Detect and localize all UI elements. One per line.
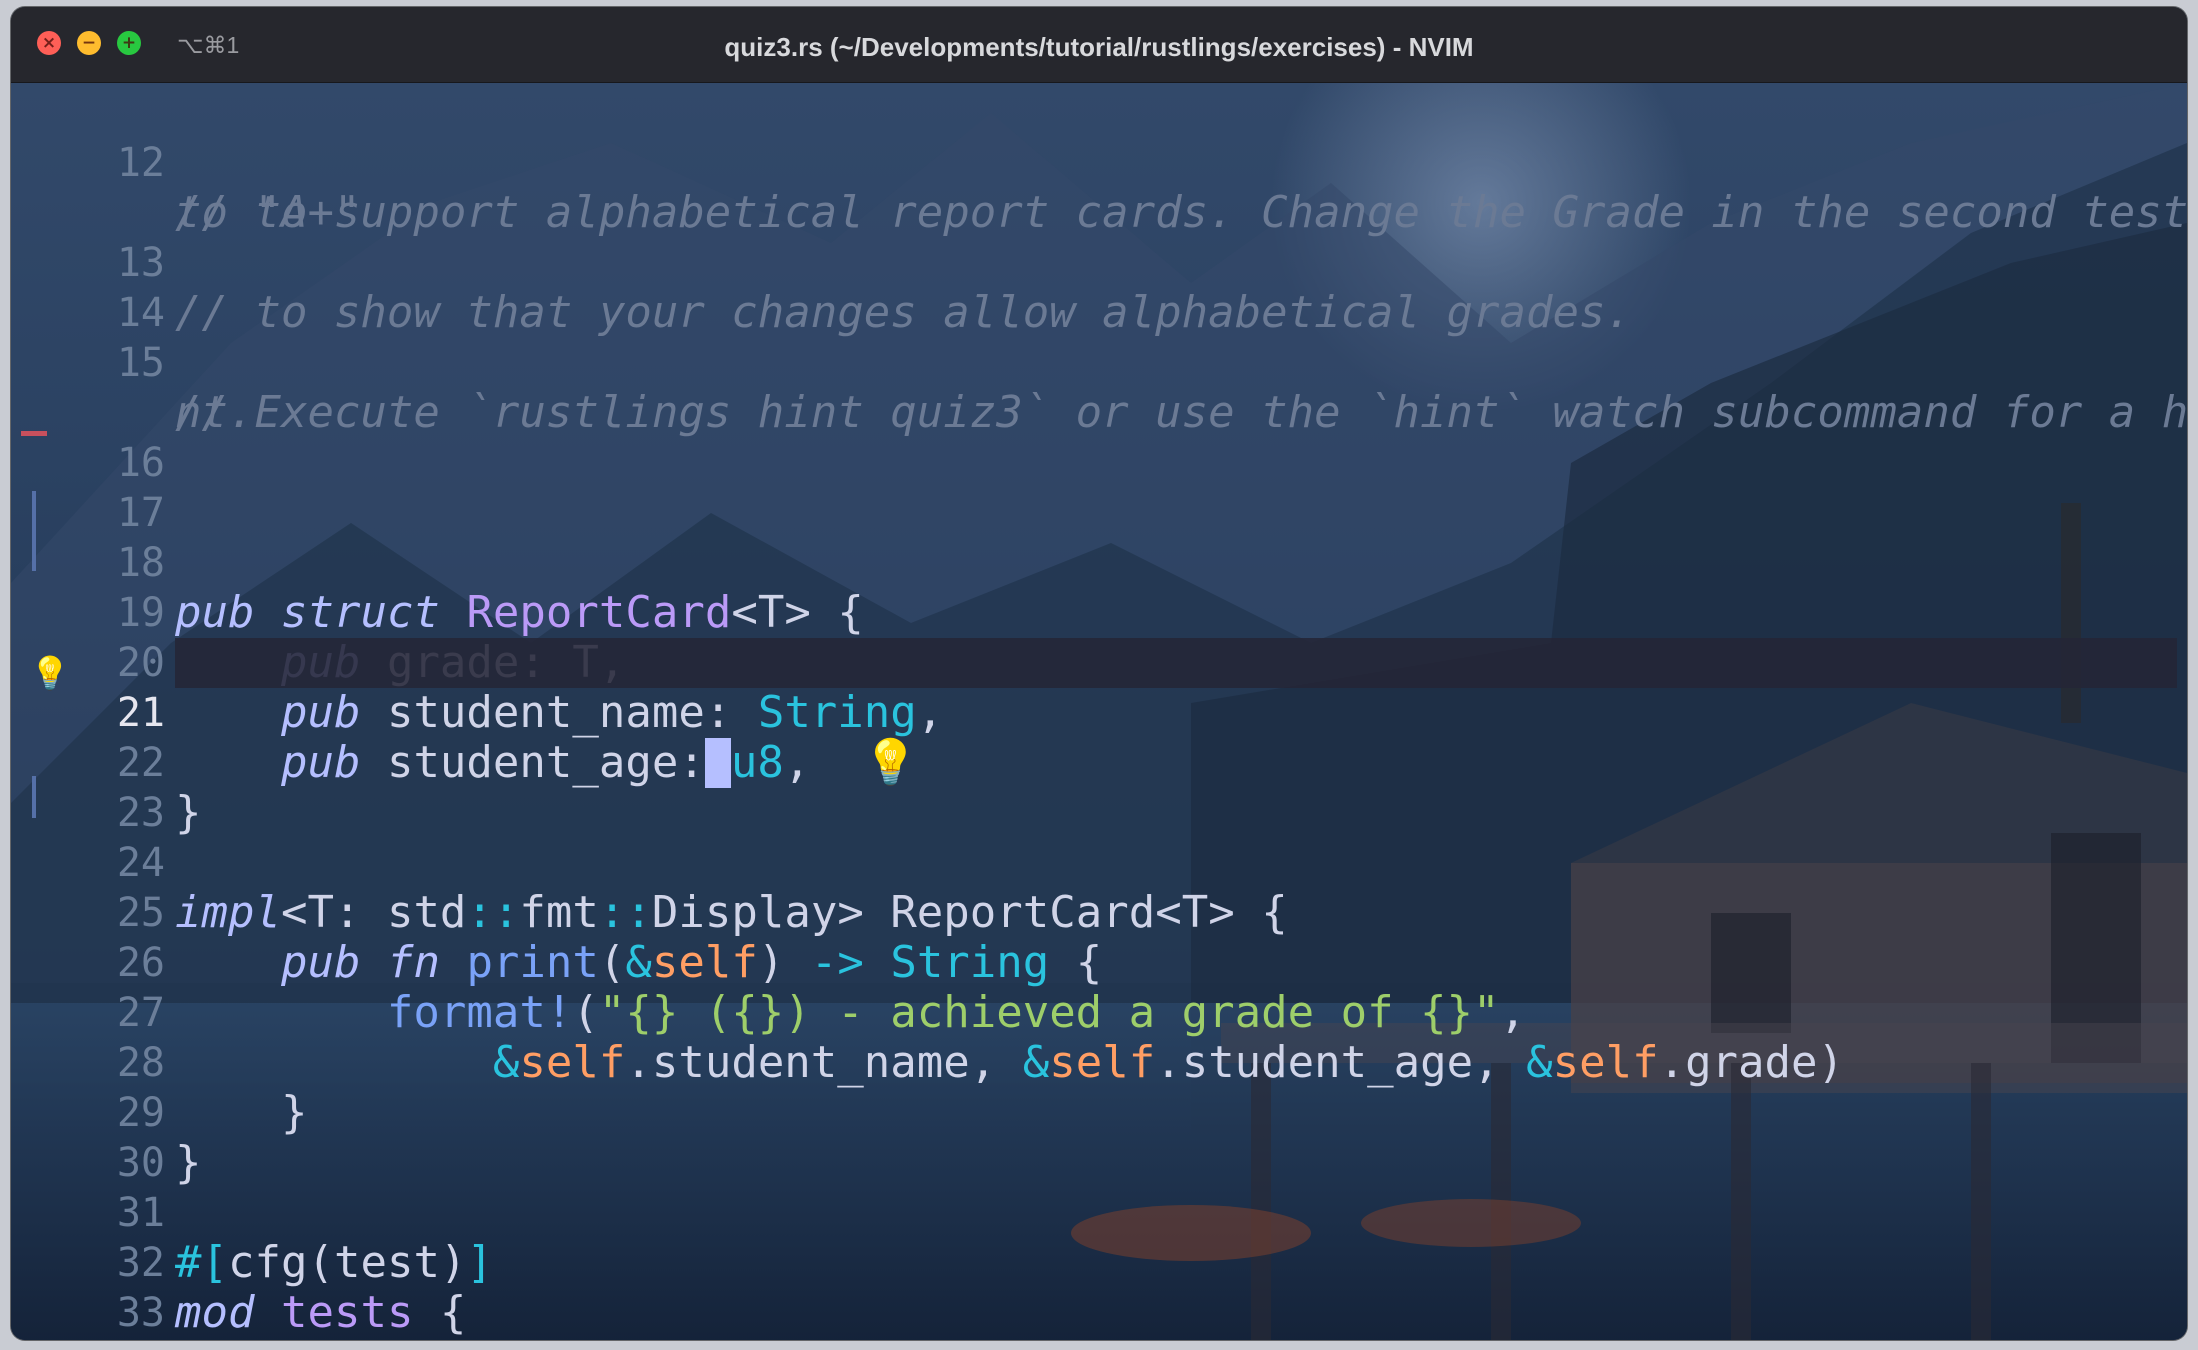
code-text: use super::*;: [175, 1338, 625, 1341]
code-line: 23: [11, 738, 2187, 836]
code-line: 30: [11, 1088, 2187, 1186]
minimize-button[interactable]: −: [77, 31, 101, 55]
code-line: 24 impl<T: std::fmt::Display> ReportCard…: [11, 788, 2187, 938]
close-button[interactable]: ×: [37, 31, 61, 55]
nvim-window: × − + ⌥⌘1 quiz3.rs (~/Developments/tutor…: [11, 7, 2187, 1340]
titlebar: × − + ⌥⌘1 quiz3.rs (~/Developments/tutor…: [11, 7, 2187, 83]
maximize-icon: +: [121, 33, 137, 53]
code-line: 29 }: [11, 1038, 2187, 1188]
code-line: 17: [11, 438, 2187, 536]
code-line: 25 pub fn print(&self) -> String {: [11, 838, 2187, 988]
code-editor[interactable]: 💡 12 // to support alphabetical report c…: [11, 83, 2187, 1340]
code-line: 20 pub student_name: String,: [11, 588, 2187, 738]
code-text: mod tests {: [175, 1287, 467, 1338]
code-line: 32 mod tests {: [11, 1188, 2187, 1338]
code-line: 27 &self.student_name, &self.student_age…: [11, 938, 2187, 1088]
code-line: 31 #[cfg(test)]: [11, 1138, 2187, 1288]
code-line: 15 // Execute `rustlings hint quiz3` or …: [11, 288, 2187, 438]
code-line: 16: [11, 388, 2187, 486]
code-line: 19 pub grade: T,: [11, 538, 2187, 688]
code-line: 33 use super::*;: [11, 1238, 2187, 1340]
minimize-icon: −: [81, 33, 97, 53]
code-line: 22 }: [11, 688, 2187, 838]
code-line-wrap: nt.: [11, 338, 2187, 438]
window-shortcut: ⌥⌘1: [177, 32, 240, 58]
code-line: 26 format!("{} ({}) - achieved a grade o…: [11, 888, 2187, 1038]
line-number: 33: [116, 1290, 165, 1336]
close-icon: ×: [41, 33, 57, 53]
code-line: 13 // to show that your changes allow al…: [11, 188, 2187, 338]
maximize-button[interactable]: +: [117, 31, 141, 55]
code-line-current: 21 pub student_age: u8, 💡: [11, 638, 2187, 788]
code-line: 28 }: [11, 988, 2187, 1138]
code-line: 14: [11, 238, 2187, 336]
window-title: quiz3.rs (~/Developments/tutorial/rustli…: [724, 32, 1474, 62]
code-line-wrap: to "A+": [11, 138, 2187, 238]
code-line: 12 // to support alphabetical report car…: [11, 88, 2187, 238]
code-line: 18 pub struct ReportCard<T> {: [11, 488, 2187, 638]
